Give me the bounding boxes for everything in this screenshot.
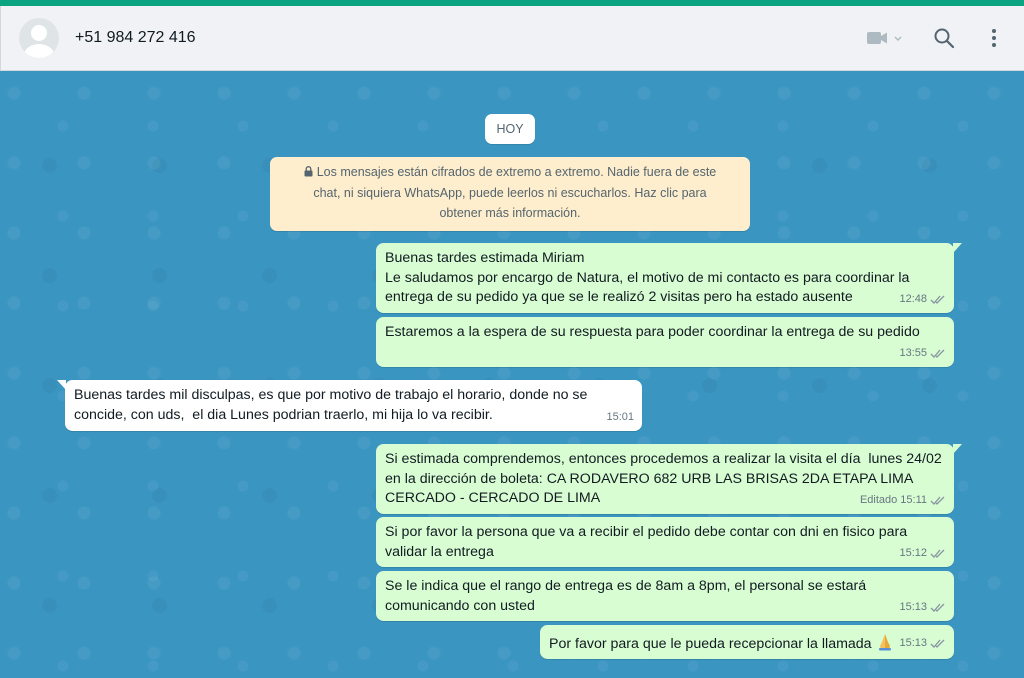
message-bubble-out[interactable]: Buenas tardes estimada Miriam Le saludam… [376, 243, 962, 313]
chat-header: +51 984 272 416 [0, 6, 1024, 71]
message-time: 15:12 [899, 546, 927, 559]
bubble-tail [953, 243, 962, 253]
message-meta: 12:48 [899, 290, 946, 310]
message-text-row: Por favor para que le pueda recepcionar … [549, 633, 945, 655]
double-check-icon [930, 549, 945, 558]
message-bubble-out[interactable]: Estaremos a la espera de su respuesta pa… [376, 317, 954, 367]
avatar-head [31, 25, 47, 41]
message-text: Si por favor la persona que va a recibir… [385, 524, 912, 560]
message-text: Por favor para que le pueda recepcionar … [549, 636, 872, 652]
date-divider: HOY [485, 114, 535, 144]
message-text: Buenas tardes estimada Miriam Le saludam… [385, 250, 910, 305]
double-check-icon [930, 496, 945, 505]
double-check-icon [930, 295, 945, 304]
contact-avatar[interactable] [19, 18, 59, 58]
message-meta: 15:01 [606, 408, 634, 428]
message-bubble-out[interactable]: Si estimada comprendemos, entonces proce… [376, 444, 962, 514]
message-bubble-out[interactable]: Por favor para que le pueda recepcionar … [540, 625, 954, 659]
folded-hands-icon [878, 634, 891, 651]
message-bubble-out[interactable]: Si por favor la persona que va a recibir… [376, 517, 954, 567]
double-check-icon [930, 603, 945, 612]
avatar-body [24, 44, 54, 58]
message-text: Se le indica que el rango de entrega es … [385, 578, 871, 614]
message-meta: 15:12 [899, 544, 946, 564]
message-time: 15:11 [900, 493, 927, 506]
contact-name[interactable]: +51 984 272 416 [75, 29, 196, 47]
bubble-tail [953, 444, 962, 454]
bubble-tail [57, 380, 66, 390]
message-text: Estaremos a la espera de su respuesta pa… [385, 324, 920, 340]
message-bubble-in[interactable]: Buenas tardes mil disculpas, es que por … [57, 380, 642, 431]
message-time: 15:13 [899, 636, 927, 649]
message-bubble-out[interactable]: Se le indica que el rango de entrega es … [376, 571, 954, 621]
lock-icon [304, 166, 313, 177]
message-time: 13:55 [899, 346, 927, 359]
message-meta: 15:13 [899, 598, 946, 618]
edited-label: Editado [859, 493, 898, 506]
encryption-notice[interactable]: Los mensajes están cifrados de extremo a… [270, 157, 750, 231]
message-time: 12:48 [899, 292, 927, 305]
double-check-icon [930, 639, 945, 648]
search-icon[interactable] [931, 25, 957, 51]
encryption-notice-text: Los mensajes están cifrados de extremo a… [313, 165, 717, 220]
message-time: 15:13 [899, 600, 927, 613]
message-text: Buenas tardes mil disculpas, es que por … [74, 387, 592, 423]
message-time: 15:01 [606, 410, 634, 423]
video-call-icon[interactable] [865, 25, 905, 51]
menu-icon[interactable] [981, 25, 1007, 51]
double-check-icon [930, 349, 945, 358]
message-meta: 15:13 [899, 634, 946, 654]
message-meta: 13:55 [899, 344, 946, 364]
message-meta: Editado 15:11 [860, 491, 946, 511]
